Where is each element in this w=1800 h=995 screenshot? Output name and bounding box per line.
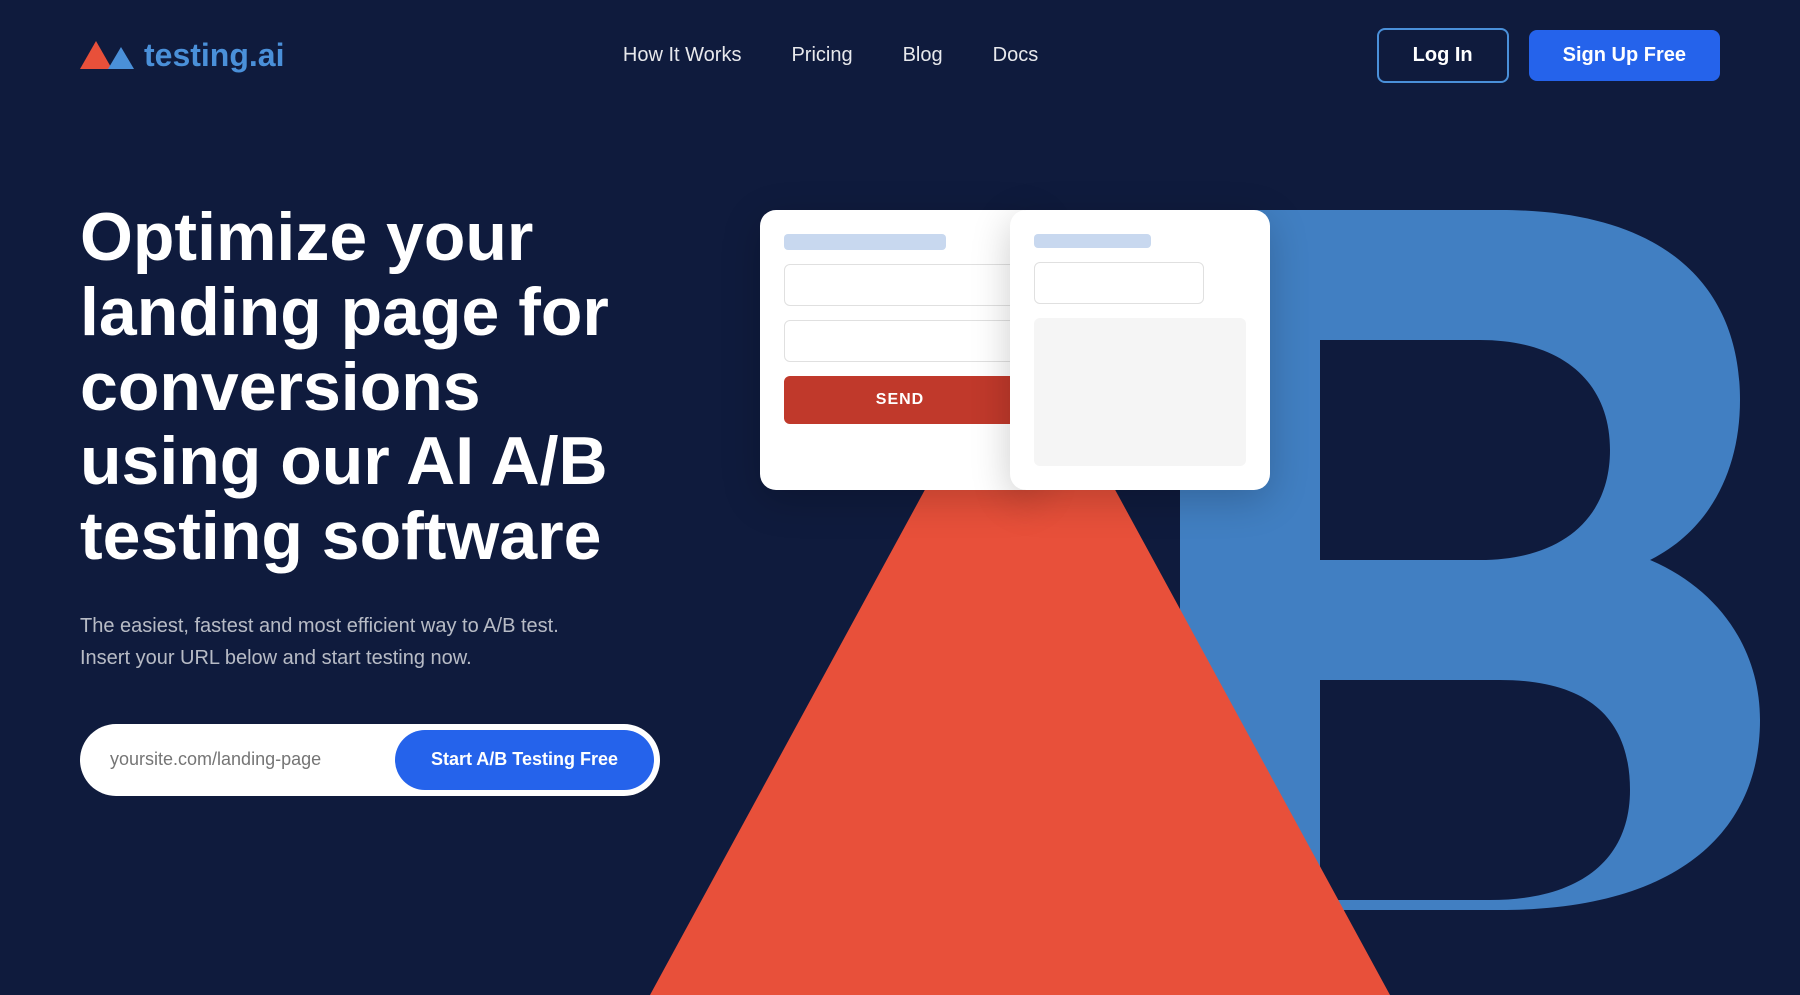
nav-link-docs[interactable]: Docs xyxy=(993,44,1039,66)
hero-content: Optimize your landing page for conversio… xyxy=(80,170,660,995)
hero-form: Start A/B Testing Free xyxy=(80,724,660,796)
logo-icon xyxy=(80,41,134,69)
card-a-label xyxy=(784,234,946,250)
card-a-send-button[interactable]: SEND xyxy=(784,376,1016,424)
navbar: testing.ai How It Works Pricing Blog Doc… xyxy=(0,0,1800,110)
card-variant-a: SEND xyxy=(760,210,1040,490)
hero-graphic: SEND xyxy=(600,110,1800,995)
card-a-input-2 xyxy=(784,320,1016,362)
card-a-input-1 xyxy=(784,264,1016,306)
nav-link-pricing[interactable]: Pricing xyxy=(791,44,852,66)
logo[interactable]: testing.ai xyxy=(80,37,284,74)
card-b-content xyxy=(1034,318,1246,466)
nav-link-blog[interactable]: Blog xyxy=(903,44,943,66)
nav-links: How It Works Pricing Blog Docs xyxy=(623,44,1038,67)
hero-title: Optimize your landing page for conversio… xyxy=(80,200,660,574)
hero-section: Optimize your landing page for conversio… xyxy=(0,110,1800,995)
hero-subtitle: The easiest, fastest and most efficient … xyxy=(80,610,580,674)
logo-triangle-b xyxy=(108,47,134,69)
nav-actions: Log In Sign Up Free xyxy=(1377,28,1720,83)
logo-text: testing.ai xyxy=(144,37,284,74)
card-b-input xyxy=(1034,262,1204,304)
nav-link-how-it-works[interactable]: How It Works xyxy=(623,44,742,66)
card-variant-b xyxy=(1010,210,1270,490)
card-b-label xyxy=(1034,234,1151,248)
url-input[interactable] xyxy=(110,749,395,770)
start-testing-button[interactable]: Start A/B Testing Free xyxy=(395,730,654,790)
login-button[interactable]: Log In xyxy=(1377,28,1509,83)
signup-button[interactable]: Sign Up Free xyxy=(1529,30,1720,81)
